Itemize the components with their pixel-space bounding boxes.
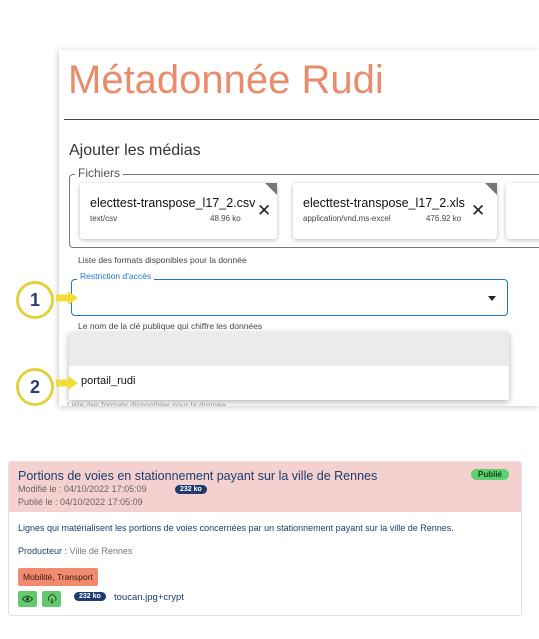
eye-icon [22, 595, 33, 603]
step-marker-2: 2 [16, 368, 54, 406]
title-divider [64, 119, 539, 120]
theme-tag: Mobilité, Transport [18, 568, 98, 586]
published-date: Publié le : 04/10/2022 17:05:09 [18, 497, 143, 507]
close-icon[interactable]: ✕ [257, 202, 271, 219]
files-legend: Fichiers [75, 166, 124, 180]
file-size-badge: 232 ko [74, 592, 106, 601]
files-helper-text: Liste des formats disponibles pour la do… [78, 255, 247, 265]
file-size: 476.92 ko [426, 214, 462, 223]
file-card[interactable]: electtest-transpose_l17_2.csv text/csv 4… [80, 183, 277, 239]
status-badge: Publié [471, 469, 510, 480]
modified-date: Modifié le : 04/10/2022 17:05:09 [18, 484, 147, 494]
metadata-panel: Métadonnée Rudi Ajouter les médias Fichi… [59, 50, 539, 406]
producer-value: Ville de Rennes [67, 546, 133, 556]
dataset-description: Lignes qui matérialisent les portions de… [18, 523, 454, 533]
media-section-title: Ajouter les médias [69, 142, 201, 159]
file-corner-icon [485, 183, 497, 195]
size-badge: 232 ko [175, 485, 207, 494]
download-button[interactable] [42, 591, 61, 607]
view-button[interactable] [18, 591, 37, 607]
dataset-card: Portions de voies en stationnement payan… [8, 461, 522, 616]
download-icon [47, 594, 57, 604]
file-corner-icon [265, 183, 277, 195]
dropdown-arrow-icon[interactable] [488, 296, 496, 301]
page-title: Métadonnée Rudi [68, 58, 384, 102]
restriction-label: Restriction d'accès [77, 271, 155, 281]
dataset-title[interactable]: Portions de voies en stationnement payan… [18, 469, 377, 483]
file-link[interactable]: toucan.jpg+crypt [114, 592, 184, 603]
file-type: text/csv [90, 214, 118, 223]
file-size: 48.96 ko [210, 214, 241, 223]
file-name: electtest-transpose_l17_2.xls [303, 196, 465, 210]
restriction-helper-text: Le nom de la clé publique qui chiffre le… [78, 321, 263, 331]
restriction-dropdown-menu: portail_rudi [69, 332, 509, 400]
step-marker-1: 1 [16, 281, 54, 319]
hidden-helper-text: Liste des formats disponibles pour la do… [67, 402, 226, 406]
producer-line: Producteur : Ville de Rennes [18, 546, 132, 556]
close-icon[interactable]: ✕ [471, 202, 485, 219]
file-type: application/vnd.ms-excel [303, 214, 391, 223]
file-card-partial[interactable] [506, 183, 539, 239]
dropdown-option-empty[interactable] [69, 332, 509, 366]
file-card[interactable]: electtest-transpose_l17_2.xls applicatio… [293, 183, 497, 239]
producer-label: Producteur : [18, 546, 68, 556]
dropdown-option-portail-rudi[interactable]: portail_rudi [81, 375, 135, 387]
restriction-select[interactable] [71, 279, 508, 316]
file-name: electtest-transpose_l17_2.csv [90, 196, 256, 210]
